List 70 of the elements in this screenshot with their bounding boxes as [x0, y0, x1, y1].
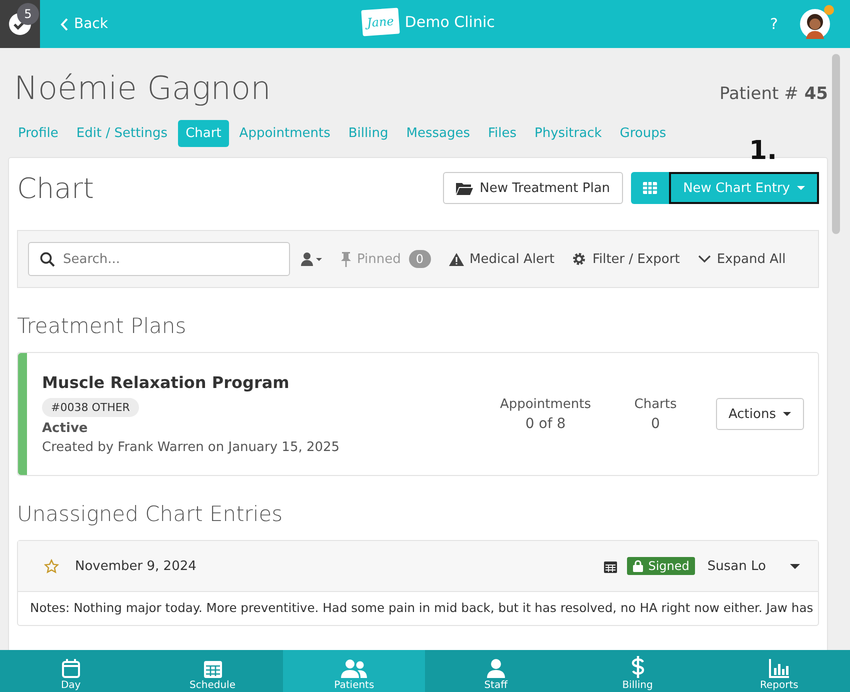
person-icon	[486, 659, 505, 678]
lock-icon	[633, 560, 644, 572]
pinned-count: 0	[408, 250, 431, 268]
caret-icon	[783, 412, 791, 416]
stat-label: Charts	[634, 396, 677, 412]
warning-icon	[448, 252, 464, 266]
nav-item[interactable]: Schedule	[142, 650, 284, 692]
tab[interactable]: Profile	[10, 120, 66, 147]
stat-label: Appointments	[500, 396, 592, 412]
tab[interactable]: Physitrack	[526, 120, 610, 147]
help-button[interactable]: ?	[770, 15, 778, 33]
stat-value: 0	[651, 416, 660, 432]
pinned-button[interactable]: Pinned 0	[334, 250, 438, 268]
section-heading: Treatment Plans	[17, 314, 188, 338]
bar-chart-icon	[769, 659, 790, 678]
nav-item[interactable]: Billing	[566, 650, 708, 692]
calendar-icon	[62, 659, 80, 678]
back-button[interactable]: Back	[60, 16, 108, 32]
plan-created: Created by Frank Warren on January 15, 2025	[42, 440, 340, 455]
tab[interactable]: Groups	[612, 120, 674, 147]
medical-alert-button[interactable]: Medical Alert	[442, 252, 562, 266]
new-treatment-plan-button[interactable]: New Treatment Plan	[442, 172, 624, 204]
nav-item[interactable]: Patients	[283, 650, 426, 692]
nav-item[interactable]: Reports	[708, 650, 850, 692]
expand-all-button[interactable]: Expand All	[690, 252, 793, 266]
settings-icon	[572, 252, 586, 266]
folder-icon	[456, 182, 473, 194]
logo: Jane	[361, 8, 400, 36]
pin-icon	[341, 252, 351, 266]
calendar-icon[interactable]	[604, 560, 618, 572]
plan-status: Active	[42, 421, 88, 436]
person-icon	[301, 252, 323, 266]
star-icon[interactable]	[44, 558, 59, 574]
chart-title: Chart	[17, 172, 94, 204]
patient-number: 45	[804, 84, 828, 104]
stat-value: 0 of 8	[525, 416, 566, 432]
plan-name: Muscle Relaxation Program	[42, 373, 290, 392]
people-icon	[341, 659, 368, 678]
entry-date: November 9, 2024	[75, 558, 196, 574]
search-field[interactable]: Search...	[28, 242, 290, 276]
patient-number-label: Patient #	[719, 84, 798, 104]
tab[interactable]: Billing	[340, 120, 396, 147]
caret-icon[interactable]	[790, 564, 800, 568]
tab[interactable]: Chart	[178, 120, 230, 147]
filter-export-button[interactable]: Filter / Export	[565, 252, 687, 266]
entry-notes: Notes: Nothing major today. More preventitive. Had some pain in mid back, but it has resolved, no HA right now either. Jaw has	[29, 600, 814, 617]
tasks-button[interactable]: 5	[0, 0, 40, 48]
chevron-left-icon	[60, 18, 68, 30]
entry-author: Susan Lo	[707, 558, 766, 574]
dollar-icon	[630, 656, 645, 678]
nav-item[interactable]: Day	[0, 650, 142, 692]
count-badge: 5	[17, 3, 39, 25]
clinic-name: Demo Clinic	[404, 13, 495, 31]
nav-item[interactable]: Staff	[425, 650, 567, 692]
actions-button[interactable]: Actions	[716, 398, 804, 430]
section-heading: Unassigned Chart Entries	[17, 502, 284, 526]
plan-tag: #0038 OTHER	[42, 398, 139, 417]
step-label: 1.	[749, 136, 777, 166]
calendar-grid-icon	[204, 659, 222, 678]
tab[interactable]: Appointments	[231, 120, 338, 147]
grid-icon	[643, 182, 658, 194]
tab[interactable]: Messages	[398, 120, 478, 147]
search-icon	[40, 252, 55, 267]
caret-icon	[797, 186, 805, 190]
patient-name: Noémie Gagnon	[14, 68, 271, 108]
tab[interactable]: Files	[480, 120, 525, 147]
signed-badge: Signed	[627, 557, 696, 575]
tab[interactable]: Edit / Settings	[68, 120, 176, 147]
chevron-down-icon	[698, 255, 711, 263]
new-chart-entry-button[interactable]: New Chart Entry	[669, 172, 819, 204]
